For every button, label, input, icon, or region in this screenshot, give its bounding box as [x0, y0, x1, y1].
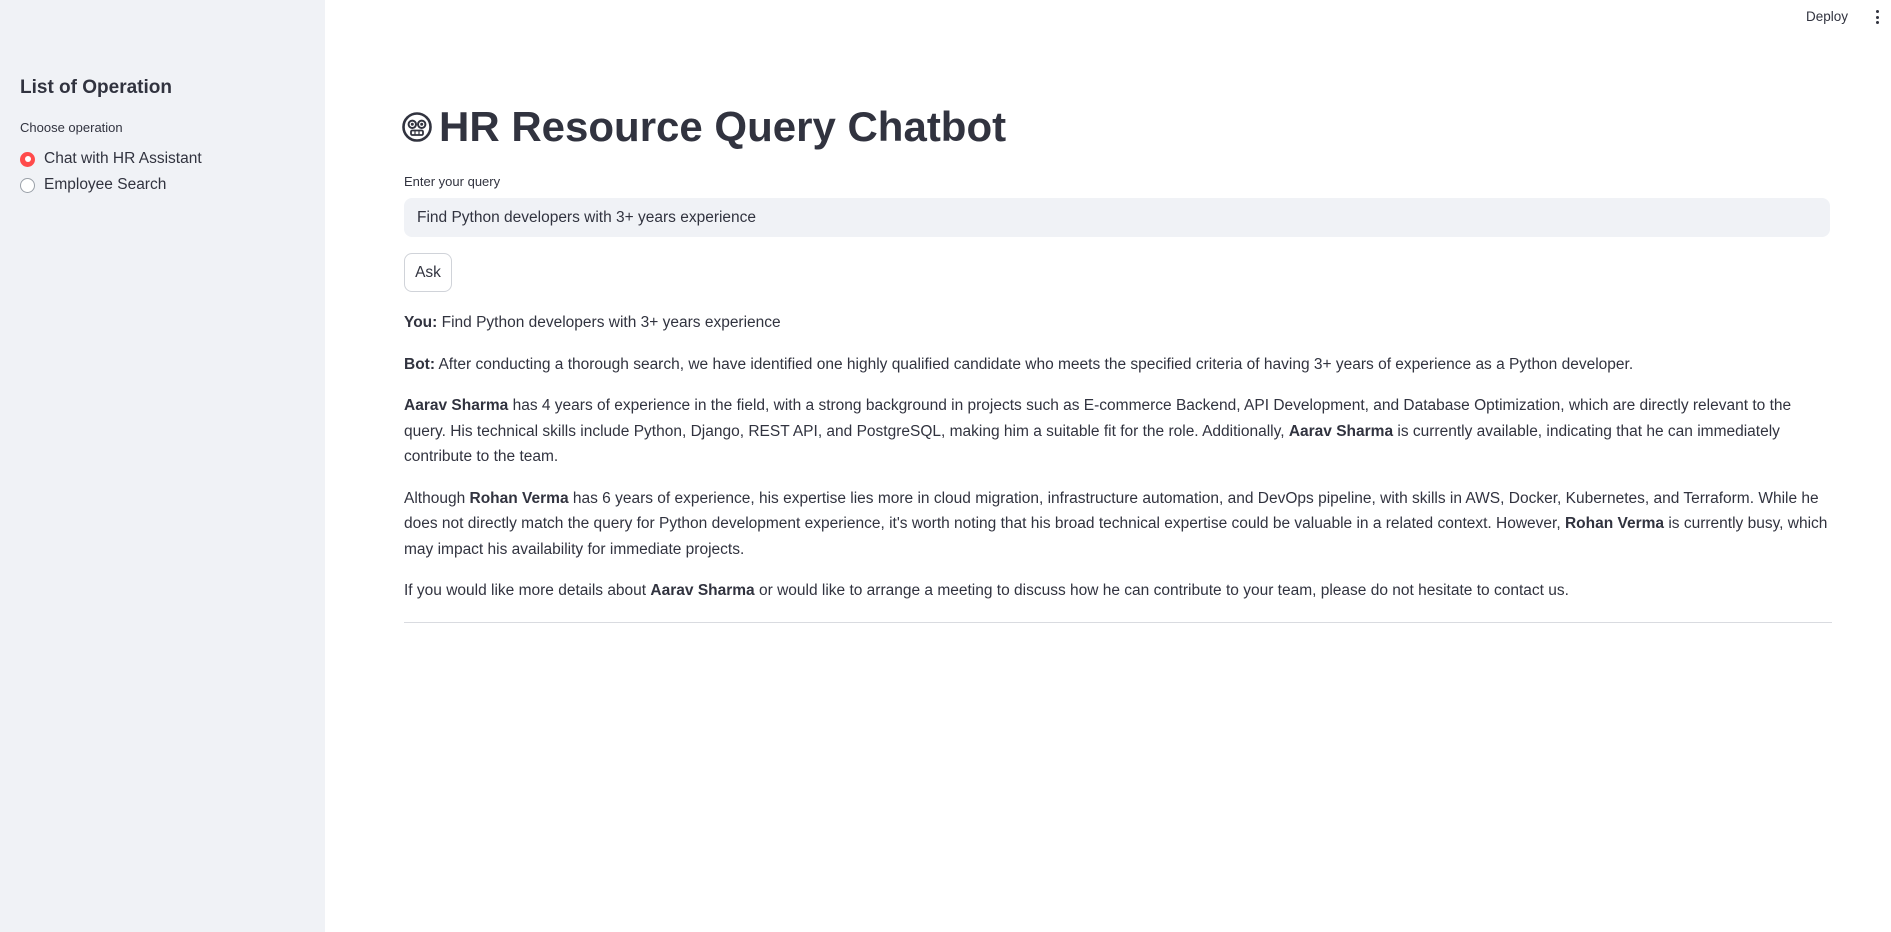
robot-face-icon: [401, 111, 433, 143]
candidate-name: Aarav Sharma: [1288, 422, 1394, 440]
user-message: You: Find Python developers with 3+ year…: [404, 310, 1832, 336]
candidate-name: Rohan Verma: [469, 489, 569, 507]
radio-group-label: Choose operation: [20, 120, 123, 135]
bot-message: Bot: After conducting a thorough search,…: [404, 352, 1832, 378]
query-input[interactable]: [404, 198, 1830, 237]
sidebar-title: List of Operation: [20, 77, 172, 98]
candidate-name: Aarav Sharma: [650, 582, 755, 599]
query-label: Enter your query: [404, 174, 501, 189]
bot-label: Bot:: [404, 355, 435, 373]
ask-button[interactable]: Ask: [404, 253, 452, 292]
bot-paragraph-text: or would like to arrange a meeting to di…: [754, 582, 1569, 599]
kebab-menu-icon[interactable]: [1872, 7, 1882, 27]
chat-history: You: Find Python developers with 3+ year…: [404, 310, 1832, 620]
radio-option-label[interactable]: Employee Search: [44, 176, 166, 194]
radio-selected-icon[interactable]: [20, 151, 35, 167]
bot-paragraph-rohan: Although Rohan Verma has 6 years of expe…: [404, 486, 1832, 563]
page-title: HR Resource Query Chatbot: [401, 103, 1006, 151]
radio-option-chat[interactable]: Chat with HR Assistant: [20, 150, 202, 168]
page-title-text: HR Resource Query Chatbot: [439, 103, 1007, 150]
bot-message-text: After conducting a thorough search, we h…: [438, 355, 1634, 373]
candidate-name: Aarav Sharma: [404, 397, 509, 414]
bot-paragraph-aarav: Aarav Sharma has 4 years of experience i…: [404, 393, 1832, 470]
radio-option-label[interactable]: Chat with HR Assistant: [44, 150, 202, 168]
user-message-text: Find Python developers with 3+ years exp…: [441, 314, 781, 331]
radio-option-employee-search[interactable]: Employee Search: [20, 176, 166, 194]
bot-paragraph-closing: If you would like more details about Aar…: [404, 578, 1832, 604]
candidate-name: Rohan Verma: [1564, 515, 1665, 532]
bot-paragraph-text: If you would like more details about: [404, 582, 651, 599]
radio-unselected-icon[interactable]: [20, 177, 35, 193]
sidebar: List of Operation Choose operation Chat …: [0, 0, 325, 932]
bot-paragraph-text: Although: [404, 489, 470, 507]
deploy-button[interactable]: Deploy: [1800, 8, 1854, 26]
you-label: You:: [404, 314, 438, 331]
divider: [404, 622, 1832, 623]
